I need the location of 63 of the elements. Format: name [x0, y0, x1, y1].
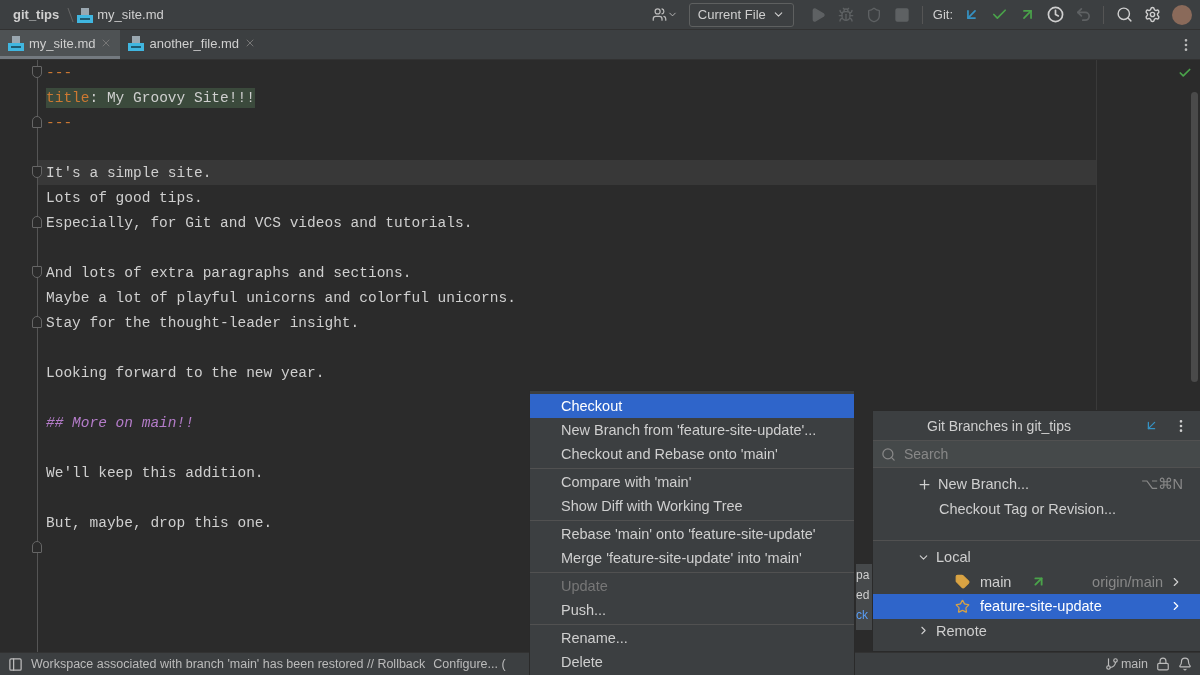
- code-line: We'll keep this addition.: [46, 463, 264, 483]
- code-line: And lots of extra paragraphs and sections.: [46, 263, 412, 283]
- menu-item[interactable]: Compare with 'main': [530, 470, 854, 494]
- code-line: ## More on main!!: [46, 413, 194, 433]
- code-line: Stay for the thought-leader insight.: [46, 313, 360, 333]
- breadcrumb[interactable]: git_tips: [13, 7, 60, 22]
- branch-item[interactable]: main origin/main: [873, 569, 1200, 594]
- menu-item[interactable]: Merge 'feature-site-update' into 'main': [530, 546, 854, 570]
- menu-item[interactable]: Show Diff with Working Tree: [530, 494, 854, 518]
- panel-icon[interactable]: [8, 656, 23, 672]
- bell-icon[interactable]: [1178, 657, 1192, 671]
- menu-item[interactable]: Checkout: [530, 394, 854, 418]
- fold-marker-icon[interactable]: [32, 541, 42, 553]
- avatar-icon[interactable]: [1172, 4, 1192, 25]
- tree-group[interactable]: Local: [873, 545, 1200, 570]
- markdown-file-icon: [8, 35, 24, 51]
- code-line: Maybe a lot of playful unicorns and colorful unicorns.: [46, 288, 516, 308]
- code-line: Looking forward to the new year.: [46, 363, 325, 383]
- menu-item[interactable]: Push...: [530, 598, 854, 622]
- star-icon: [955, 598, 970, 614]
- menu-item[interactable]: Checkout and Rebase onto 'main': [530, 442, 854, 466]
- shortcut-label: ⌥⌘N: [1140, 476, 1183, 493]
- status-message: Workspace associated with branch 'main' has been restored // Rollback: [31, 657, 426, 671]
- notification-text: ed: [856, 588, 870, 604]
- menu-item[interactable]: Rename...: [530, 626, 854, 650]
- tracking-branch: origin/main: [1092, 573, 1163, 590]
- menu-item[interactable]: New Branch from 'feature-site-update'...: [530, 418, 854, 442]
- code-line: It's a simple site.: [46, 163, 212, 183]
- search-icon: [881, 446, 896, 462]
- editor-tab[interactable]: my_site.md: [0, 30, 121, 59]
- notification-text: pa: [856, 568, 870, 584]
- fold-marker-icon[interactable]: [32, 216, 42, 228]
- run-configuration-dropdown[interactable]: Current File: [688, 2, 794, 27]
- branch-widget[interactable]: main: [1104, 657, 1148, 671]
- fold-marker-icon[interactable]: [32, 116, 42, 128]
- tree-group[interactable]: Remote: [873, 618, 1200, 643]
- fold-marker-icon[interactable]: [32, 66, 42, 78]
- code-line: But, maybe, drop this one.: [46, 513, 273, 533]
- menu-item[interactable]: Rebase 'main' onto 'feature-site-update': [530, 522, 854, 546]
- markdown-file-icon: [128, 35, 145, 51]
- fold-marker-icon[interactable]: [32, 316, 42, 328]
- code-line: Especially, for Git and VCS videos and tutorials.: [46, 213, 473, 233]
- branch-icon: [1104, 657, 1119, 671]
- code-line: ---: [46, 63, 73, 83]
- fold-marker-icon[interactable]: [32, 266, 42, 278]
- editor-tab[interactable]: another_file.md: [120, 30, 265, 59]
- menu-item[interactable]: Delete: [530, 650, 854, 674]
- branch-item[interactable]: feature-site-update: [873, 594, 1200, 619]
- code-line: ---: [46, 113, 73, 133]
- configure-link[interactable]: Configure... (: [433, 657, 506, 671]
- check-icon: [1178, 66, 1192, 80]
- scrollbar[interactable]: [1191, 92, 1198, 382]
- markdown-file-icon: [77, 6, 94, 23]
- code-line: Lots of good tips.: [46, 188, 203, 208]
- git-label: Git:: [932, 7, 953, 22]
- lock-icon[interactable]: [1156, 657, 1170, 671]
- tag-icon: [955, 574, 970, 590]
- popup-action[interactable]: New Branch... ⌥⌘N: [873, 472, 1200, 497]
- popup-title: Git Branches in git_tips: [927, 417, 1071, 434]
- fold-marker-icon[interactable]: [32, 166, 42, 178]
- popup-action[interactable]: Checkout Tag or Revision...: [873, 496, 1200, 521]
- plus-icon: [917, 476, 932, 492]
- breadcrumb[interactable]: my_site.md: [97, 7, 164, 22]
